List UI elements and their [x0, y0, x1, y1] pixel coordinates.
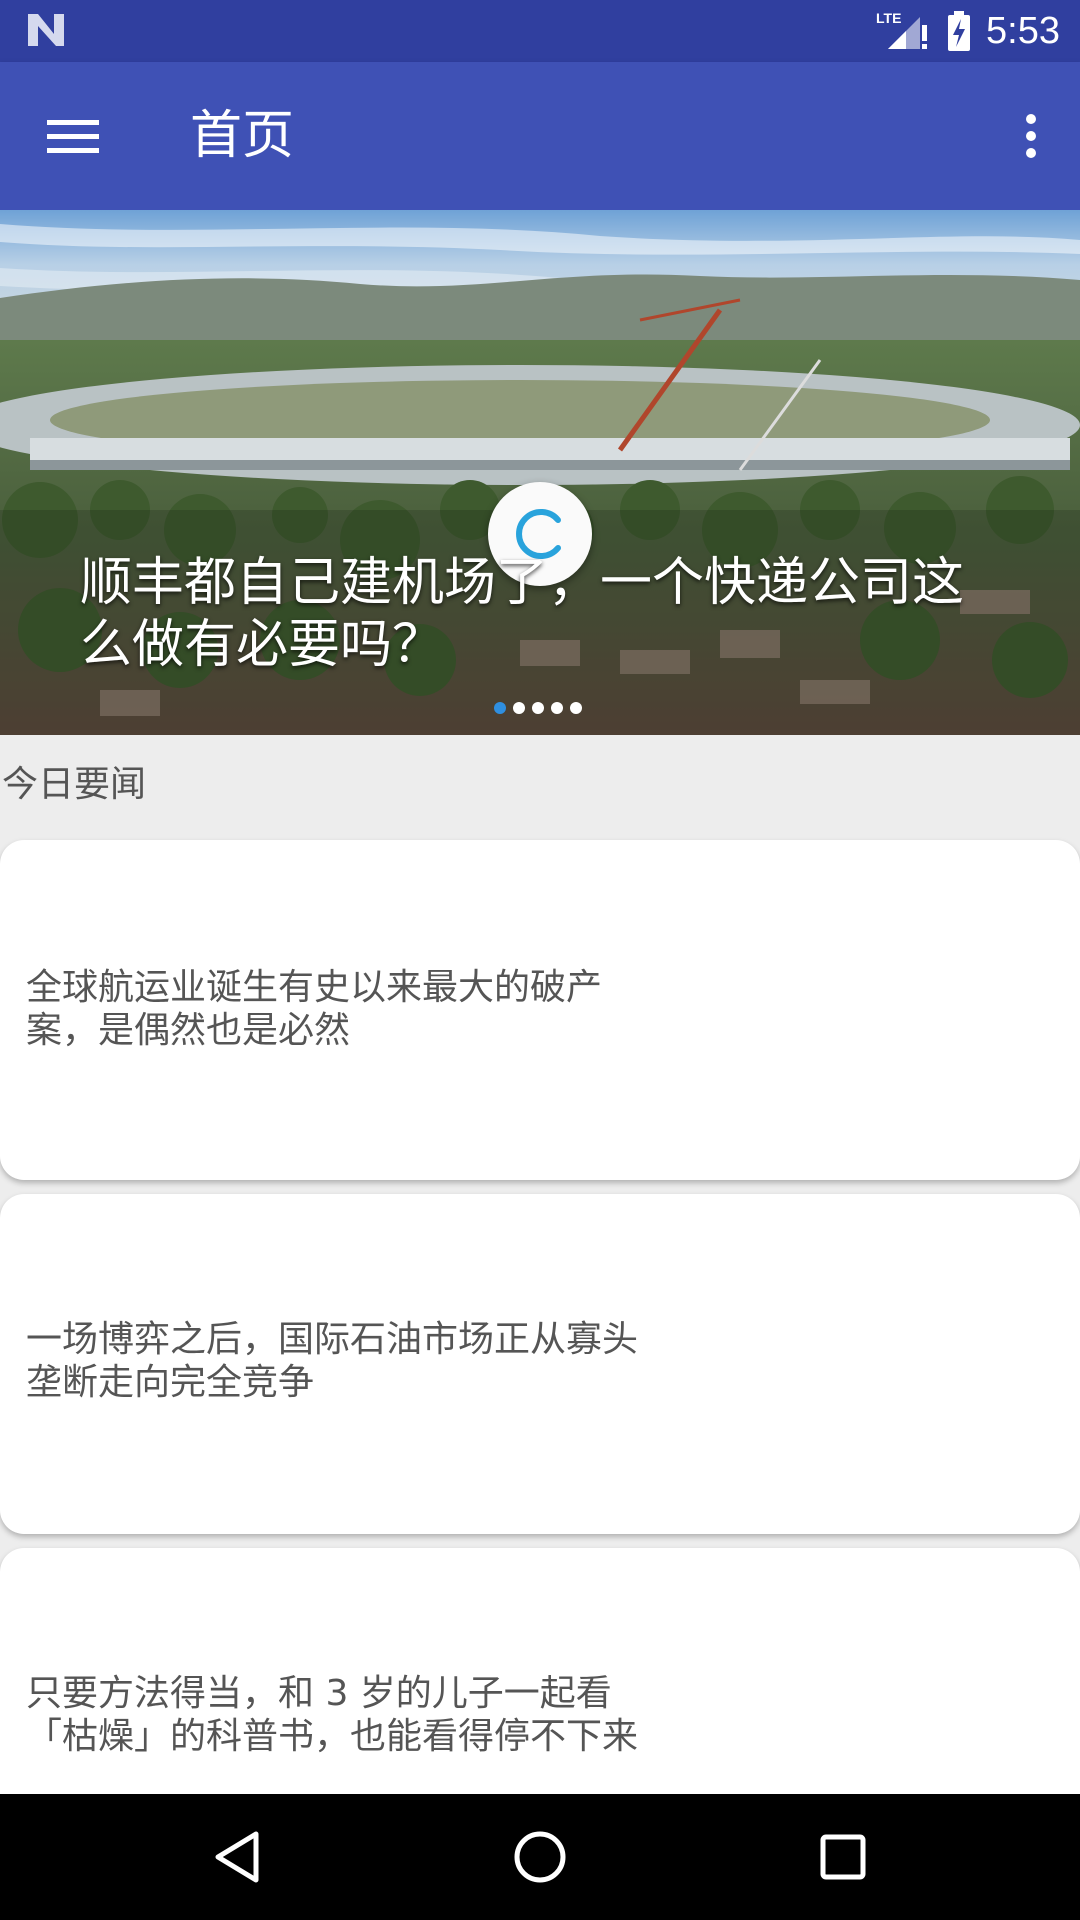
news-card-title: 全球航运业诞生有史以来最大的破产 案，是偶然也是必然	[26, 966, 666, 1052]
status-bar: LTE 5:53	[0, 0, 1080, 62]
banner-story-title[interactable]: 顺丰都自己建机场了，一个快递公司这么做有必要吗？	[80, 552, 1000, 676]
page-dot-active	[494, 702, 506, 714]
app-bar: 首页	[0, 62, 1080, 210]
recents-button[interactable]	[788, 1812, 898, 1902]
more-vertical-icon	[1026, 114, 1036, 158]
news-card[interactable]: 一场博弈之后，国际石油市场正从寡头 垄断走向完全竞争	[0, 1194, 1080, 1534]
news-card-title: 只要方法得当，和 3 岁的儿子一起看 「枯燥」的科普书，也能看得停不下来	[26, 1672, 666, 1758]
title-line: 垄断走向完全竞争	[26, 1362, 315, 1403]
page-dot	[532, 702, 544, 714]
status-clock: 5:53	[986, 9, 1060, 52]
battery-charging-icon	[948, 11, 971, 51]
recents-square-icon	[820, 1834, 866, 1880]
title-line: 「枯燥」的科普书，也能看得停不下来	[26, 1716, 639, 1757]
title-line: 一场博弈之后，国际石油市场正从寡头	[26, 1319, 639, 1360]
page-dot	[570, 702, 582, 714]
title-line: 只要方法得当，和 3 岁的儿子一起看	[26, 1673, 612, 1714]
page-title: 首页	[190, 106, 295, 166]
top-story-banner[interactable]: 顺丰都自己建机场了，一个快递公司这么做有必要吗？	[0, 210, 1080, 735]
section-header-today-news: 今日要闻	[2, 764, 147, 805]
notification-n-icon	[28, 14, 64, 46]
menu-button[interactable]	[28, 96, 118, 176]
hamburger-menu-icon	[47, 120, 99, 153]
overflow-menu-button[interactable]	[996, 96, 1066, 176]
home-button[interactable]	[485, 1812, 595, 1902]
title-line: 全球航运业诞生有史以来最大的破产	[26, 967, 603, 1008]
home-circle-icon	[514, 1831, 566, 1883]
page-dot	[513, 702, 525, 714]
page-dot	[551, 702, 563, 714]
svg-text:LTE: LTE	[876, 10, 901, 26]
banner-page-indicator	[494, 702, 582, 714]
title-line: 案，是偶然也是必然	[26, 1010, 351, 1051]
system-navigation-bar	[0, 1794, 1080, 1920]
lte-signal-icon: LTE	[876, 10, 928, 49]
back-triangle-icon	[215, 1831, 259, 1883]
news-card-title: 一场博弈之后，国际石油市场正从寡头 垄断走向完全竞争	[26, 1318, 666, 1404]
news-card[interactable]: 全球航运业诞生有史以来最大的破产 案，是偶然也是必然	[0, 840, 1080, 1180]
back-button[interactable]	[182, 1812, 292, 1902]
